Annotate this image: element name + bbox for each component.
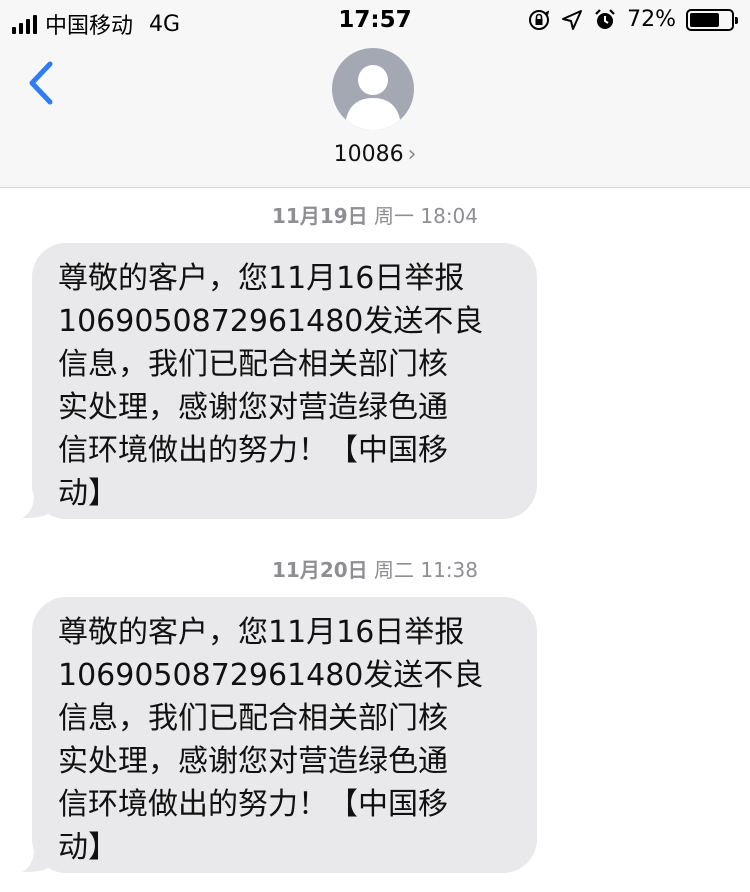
lock-rotation-icon: [529, 9, 550, 30]
timestamp-meta: 周二 11:38: [374, 558, 479, 582]
chevron-right-icon: ›: [407, 142, 417, 167]
status-right: 72%: [527, 7, 738, 32]
battery-fill: [690, 12, 719, 27]
message-timestamp: 11月20日 周二 11:38: [0, 554, 750, 583]
contact-name-button[interactable]: 10086 ›: [0, 142, 750, 167]
location-icon: [562, 9, 583, 30]
battery-percent: 72%: [627, 7, 676, 32]
message-timestamp: 11月19日 周一 18:04: [0, 200, 750, 229]
contact-avatar-icon[interactable]: [332, 48, 414, 130]
message-bubble[interactable]: 尊敬的客户，您11月16日举报 1069050872961480发送不良 信息，…: [32, 597, 537, 873]
status-bar: 中国移动 4G 17:57 72%: [0, 0, 750, 40]
alarm-icon: [595, 8, 615, 29]
back-chevron-icon[interactable]: [22, 58, 62, 108]
messages-screen: 中国移动 4G 17:57 72% 10086 › 11月19日 周一 18:0…: [0, 0, 750, 892]
battery-icon: [686, 8, 738, 31]
contact-name: 10086: [333, 142, 404, 167]
timestamp-date: 11月19日: [271, 204, 368, 228]
conversation-header: 10086 ›: [0, 40, 750, 188]
timestamp-meta: 周一 18:04: [374, 204, 479, 228]
message-bubble[interactable]: 尊敬的客户，您11月16日举报 1069050872961480发送不良 信息，…: [32, 243, 537, 519]
timestamp-date: 11月20日: [271, 558, 368, 582]
